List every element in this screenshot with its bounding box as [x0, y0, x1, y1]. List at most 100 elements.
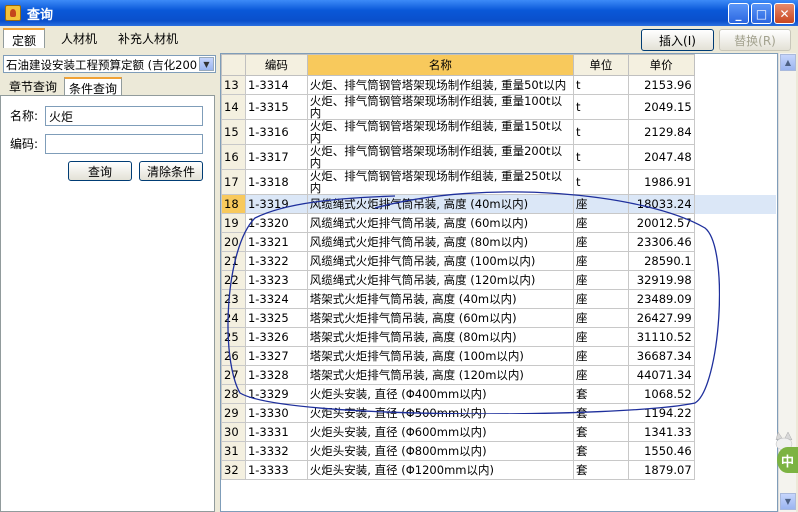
name-cell: 火炬头安装, 直径 (Φ600mm以内) — [306, 422, 575, 442]
table-row[interactable]: 20 1-3321 风缆绳式火炬排气筒吊装, 高度 (80m以内) 座 23306.46 — [221, 232, 777, 252]
row-number-cell: 17 — [221, 169, 246, 195]
code-cell: 1-3326 — [244, 327, 308, 347]
row-filler — [694, 120, 776, 145]
name-label: 名称: — [10, 109, 39, 123]
tab-quota[interactable]: 定额 — [3, 28, 46, 48]
table-row[interactable]: 31 1-3332 火炬头安装, 直径 (Φ800mm以内) 套 1550.46 — [221, 441, 777, 461]
header-unit[interactable]: 单位 — [573, 54, 629, 76]
table-row[interactable]: 16 1-3317 火炬、排气筒钢管塔架现场制作组装, 重量200t以内 t 2047.… — [221, 144, 777, 170]
unit-cell: t — [573, 75, 629, 95]
price-cell: 36687.34 — [627, 346, 695, 366]
price-cell: 2153.96 — [627, 75, 695, 95]
table-row[interactable]: 17 1-3318 火炬、排气筒钢管塔架现场制作组装, 重量250t以内 t 1986.… — [221, 169, 777, 195]
name-cell: 塔架式火炬排气筒吊装, 高度 (40m以内) — [306, 289, 575, 309]
table-row[interactable]: 25 1-3326 塔架式火炬排气筒吊装, 高度 (80m以内) 座 31110.52 — [221, 327, 777, 347]
close-button[interactable]: ✕ — [774, 3, 795, 24]
code-label: 编码: — [10, 137, 39, 151]
row-number-cell: 31 — [221, 441, 246, 461]
row-filler — [694, 309, 776, 328]
unit-cell: 座 — [573, 251, 629, 271]
row-number-cell: 32 — [221, 460, 246, 480]
code-cell: 1-3327 — [244, 346, 308, 366]
table-row[interactable]: 27 1-3328 塔架式火炬排气筒吊装, 高度 (120m以内) 座 44071.34 — [221, 365, 777, 385]
row-filler — [694, 423, 776, 442]
name-input[interactable]: 火炬 — [45, 106, 203, 126]
code-cell: 1-3333 — [244, 460, 308, 480]
header-price[interactable]: 单价 — [627, 54, 695, 76]
query-button[interactable]: 查询 — [68, 161, 132, 181]
ime-chinese-badge[interactable]: 中 — [777, 447, 798, 473]
header-code[interactable]: 编码 — [244, 54, 308, 76]
table-row[interactable]: 29 1-3330 火炬头安装, 直径 (Φ500mm以内) 套 1194.22 — [221, 403, 777, 423]
row-filler — [694, 366, 776, 385]
chevron-down-icon[interactable]: ▼ — [199, 57, 214, 71]
name-cell: 火炬、排气筒钢管塔架现场制作组装, 重量200t以内 — [306, 144, 575, 170]
price-cell: 1068.52 — [627, 384, 695, 404]
price-cell: 18033.24 — [627, 194, 695, 214]
price-cell: 32919.98 — [627, 270, 695, 290]
price-cell: 2129.84 — [627, 119, 695, 145]
tab-labor-material-machine[interactable]: 人材机 — [53, 28, 105, 48]
table-row[interactable]: 15 1-3316 火炬、排气筒钢管塔架现场制作组装, 重量150t以内 t 2129.… — [221, 119, 777, 145]
unit-cell: 座 — [573, 346, 629, 366]
row-number-cell: 19 — [221, 213, 246, 233]
table-row[interactable]: 14 1-3315 火炬、排气筒钢管塔架现场制作组装, 重量100t以内 t 2049.… — [221, 94, 777, 120]
price-cell: 44071.34 — [627, 365, 695, 385]
unit-cell: 座 — [573, 365, 629, 385]
row-filler — [694, 271, 776, 290]
unit-cell: 套 — [573, 460, 629, 480]
unit-cell: 座 — [573, 289, 629, 309]
row-number-cell: 13 — [221, 75, 246, 95]
row-filler — [694, 290, 776, 309]
table-row[interactable]: 21 1-3322 风缆绳式火炬排气筒吊装, 高度 (100m以内) 座 28590.1 — [221, 251, 777, 271]
name-cell: 风缆绳式火炬排气筒吊装, 高度 (120m以内) — [306, 270, 575, 290]
name-cell: 火炬、排气筒钢管塔架现场制作组装, 重量250t以内 — [306, 169, 575, 195]
top-tab-bar: 定额 人材机 补充人材机 插入(I) 替换(R) — [0, 26, 798, 51]
code-cell: 1-3319 — [244, 194, 308, 214]
unit-cell: 座 — [573, 308, 629, 328]
table-row[interactable]: 30 1-3331 火炬头安装, 直径 (Φ600mm以内) 套 1341.33 — [221, 422, 777, 442]
header-name[interactable]: 名称 — [306, 54, 575, 76]
unit-cell: 套 — [573, 441, 629, 461]
price-cell: 1550.46 — [627, 441, 695, 461]
row-filler — [694, 76, 776, 95]
row-number-cell: 24 — [221, 308, 246, 328]
price-cell: 23489.09 — [627, 289, 695, 309]
row-number-cell: 20 — [221, 232, 246, 252]
tab-supplementary-lmm[interactable]: 补充人材机 — [110, 28, 186, 48]
table-row[interactable]: 13 1-3314 火炬、排气筒钢管塔架现场制作组装, 重量50t以内 t 2153.9… — [221, 75, 777, 95]
replace-button[interactable]: 替换(R) — [719, 29, 791, 51]
row-number-cell: 29 — [221, 403, 246, 423]
code-cell: 1-3330 — [244, 403, 308, 423]
row-filler — [694, 214, 776, 233]
code-cell: 1-3318 — [244, 169, 308, 195]
maximize-button[interactable]: □ — [751, 3, 772, 24]
tab-condition-query[interactable]: 条件查询 — [64, 77, 123, 96]
row-filler — [694, 385, 776, 404]
code-input[interactable] — [45, 134, 203, 154]
clear-conditions-button[interactable]: 清除条件 — [139, 161, 203, 181]
minimize-button[interactable]: _ — [728, 3, 749, 24]
row-filler — [694, 328, 776, 347]
left-panel: 石油建设安装工程预算定额 (吉化200 ▼ 章节查询 条件查询 名称: 火炬 编… — [0, 53, 217, 512]
table-row[interactable]: 32 1-3333 火炬头安装, 直径 (Φ1200mm以内) 套 1879.07 — [221, 460, 777, 480]
quota-select[interactable]: 石油建设安装工程预算定额 (吉化200 ▼ — [3, 55, 216, 73]
table-row[interactable]: 28 1-3329 火炬头安装, 直径 (Φ400mm以内) 套 1068.52 — [221, 384, 777, 404]
code-cell: 1-3317 — [244, 144, 308, 170]
price-cell: 1341.33 — [627, 422, 695, 442]
code-cell: 1-3314 — [244, 75, 308, 95]
table-row[interactable]: 24 1-3325 塔架式火炬排气筒吊装, 高度 (60m以内) 座 26427.99 — [221, 308, 777, 328]
code-cell: 1-3325 — [244, 308, 308, 328]
scroll-down-icon[interactable]: ▼ — [780, 493, 796, 510]
tab-chapter-query[interactable]: 章节查询 — [5, 77, 61, 95]
table-row[interactable]: 22 1-3323 风缆绳式火炬排气筒吊装, 高度 (120m以内) 座 32919.9… — [221, 270, 777, 290]
table-row[interactable]: 26 1-3327 塔架式火炬排气筒吊装, 高度 (100m以内) 座 36687.34 — [221, 346, 777, 366]
name-cell: 火炬头安装, 直径 (Φ400mm以内) — [306, 384, 575, 404]
insert-button[interactable]: 插入(I) — [641, 29, 714, 51]
scroll-up-icon[interactable]: ▲ — [780, 54, 796, 71]
title-bar: 查询 _ □ ✕ — [0, 0, 798, 26]
table-row[interactable]: 23 1-3324 塔架式火炬排气筒吊装, 高度 (40m以内) 座 23489.09 — [221, 289, 777, 309]
table-row[interactable]: 18 1-3319 风缆绳式火炬排气筒吊装, 高度 (40m以内) 座 18033.24 — [221, 194, 777, 214]
table-row[interactable]: 19 1-3320 风缆绳式火炬排气筒吊装, 高度 (60m以内) 座 20012.57 — [221, 213, 777, 233]
name-cell: 火炬、排气筒钢管塔架现场制作组装, 重量150t以内 — [306, 119, 575, 145]
